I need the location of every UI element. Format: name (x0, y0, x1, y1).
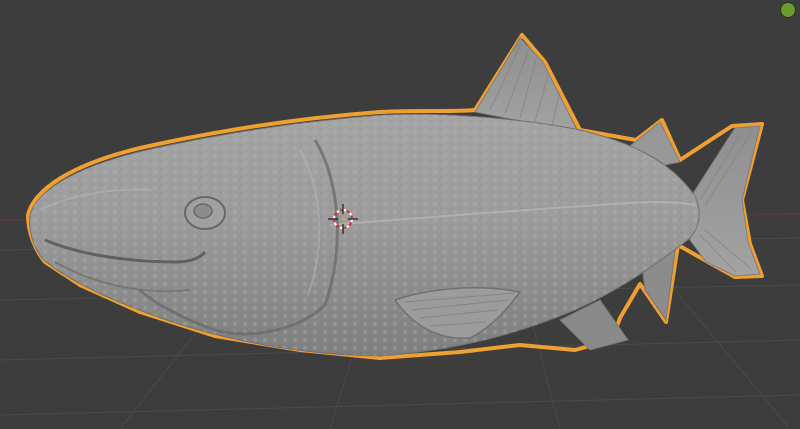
navigation-gizmo-icon[interactable] (780, 2, 796, 18)
viewport-scene (0, 33, 800, 429)
3d-viewport[interactable] (0, 0, 800, 429)
